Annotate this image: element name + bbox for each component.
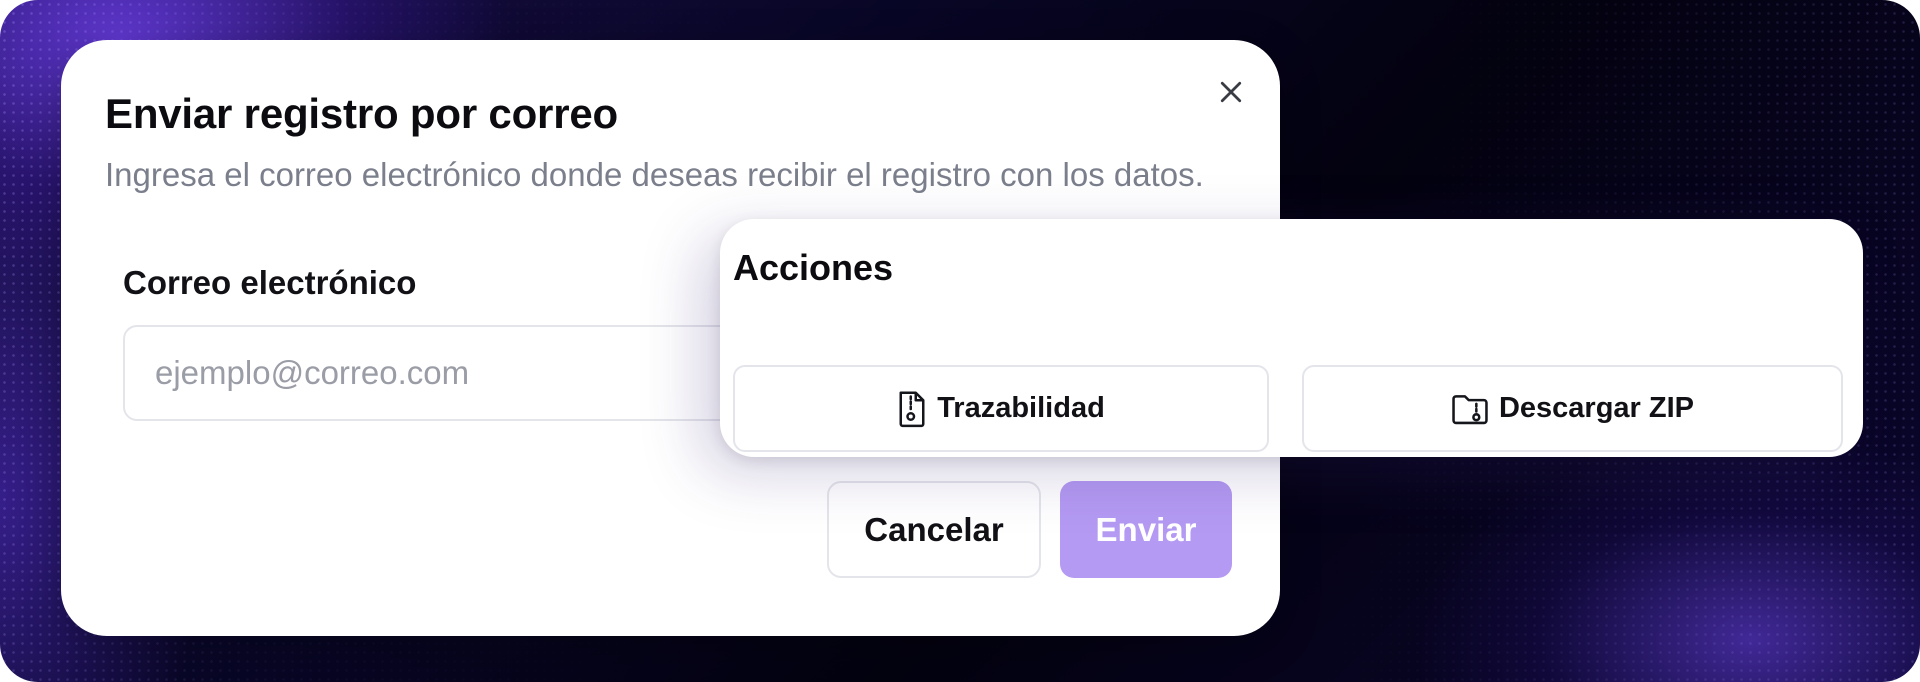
send-button[interactable]: Enviar [1060,481,1232,578]
close-button[interactable] [1209,70,1253,114]
actions-title: Acciones [733,247,894,288]
download-zip-button[interactable]: Descargar ZIP [1302,365,1843,452]
download-zip-label: Descargar ZIP [1498,392,1695,424]
email-label: Correo electrónico [123,264,417,301]
file-zip-icon [899,391,925,427]
close-icon [1220,81,1242,103]
dialog-description: Ingresa el correo electrónico donde dese… [105,156,1204,193]
actions-panel: Acciones Trazabilidad Descargar ZIP [720,219,1863,457]
cancel-button[interactable]: Cancelar [827,481,1041,578]
dialog-title: Enviar registro por correo [105,90,618,137]
folder-zip-icon [1452,394,1488,424]
trazabilidad-button[interactable]: Trazabilidad [733,365,1269,452]
trazabilidad-label: Trazabilidad [937,392,1105,424]
